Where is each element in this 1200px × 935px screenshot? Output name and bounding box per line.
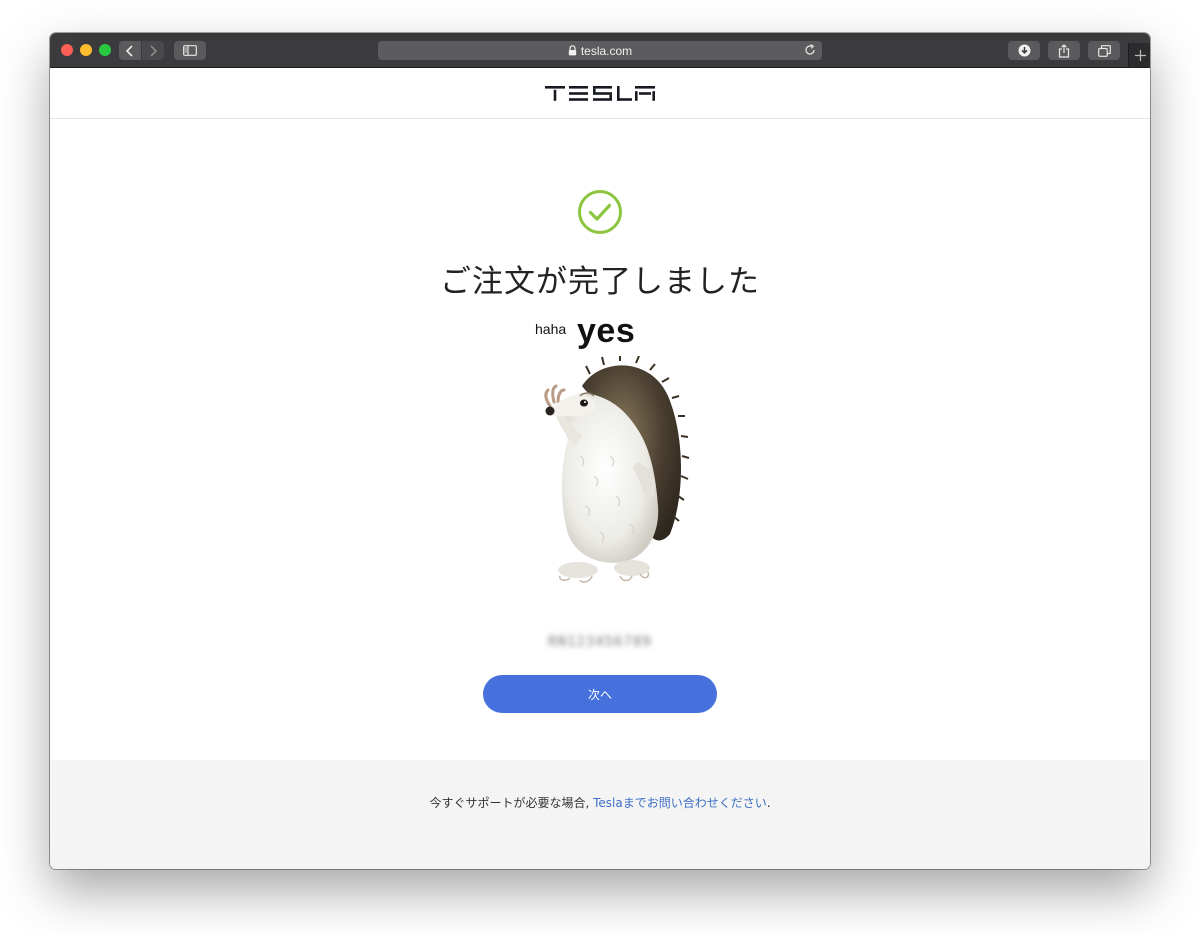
sidebar-icon — [183, 45, 197, 56]
hedgehog-image — [544, 356, 690, 583]
tabs-icon — [1097, 44, 1111, 57]
site-header — [50, 68, 1150, 119]
url-text: tesla.com — [580, 43, 633, 58]
meme-caption-small: haha — [535, 321, 567, 337]
close-window-button[interactable] — [61, 44, 73, 56]
page-content: ご注文が完了しました haha yes RN123456789 次へ 今すぐサポ… — [50, 68, 1150, 869]
chevron-right-icon — [150, 44, 158, 57]
downloads-button[interactable] — [1008, 41, 1040, 60]
success-check-icon — [578, 190, 622, 234]
order-number: RN123456789 — [548, 634, 652, 650]
back-button[interactable] — [119, 41, 141, 60]
support-footer: 今すぐサポートが必要な場合, Teslaまでお問い合わせください. — [50, 760, 1150, 869]
sidebar-toggle-button[interactable] — [174, 41, 206, 60]
plus-icon — [1134, 49, 1146, 61]
show-tabs-button[interactable] — [1088, 41, 1120, 60]
address-bar[interactable]: tesla.com — [378, 41, 822, 60]
share-button[interactable] — [1048, 41, 1080, 60]
browser-window: tesla.com ご注文が完了しました haha yes RN12345678… — [50, 33, 1150, 869]
forward-button[interactable] — [142, 41, 164, 60]
minimize-window-button[interactable] — [80, 44, 92, 56]
tesla-logo[interactable] — [545, 85, 655, 101]
contact-tesla-link[interactable]: Teslaまでお問い合わせください — [593, 796, 767, 810]
page-title: ご注文が完了しました — [440, 264, 760, 300]
share-icon — [1058, 43, 1070, 58]
support-prefix-text: 今すぐサポートが必要な場合, — [429, 796, 594, 810]
browser-toolbar: tesla.com — [50, 33, 1150, 68]
meme-caption-large: yes — [577, 312, 636, 350]
lock-icon — [568, 45, 577, 56]
support-message: 今すぐサポートが必要な場合, Teslaまでお問い合わせください. — [50, 794, 1150, 811]
support-suffix-text: . — [766, 796, 771, 810]
next-button[interactable]: 次へ — [483, 675, 717, 713]
new-tab-button[interactable] — [1128, 43, 1150, 67]
reload-icon[interactable] — [804, 44, 816, 59]
zoom-window-button[interactable] — [99, 44, 111, 56]
download-icon — [1018, 44, 1030, 57]
chevron-left-icon — [125, 44, 133, 57]
